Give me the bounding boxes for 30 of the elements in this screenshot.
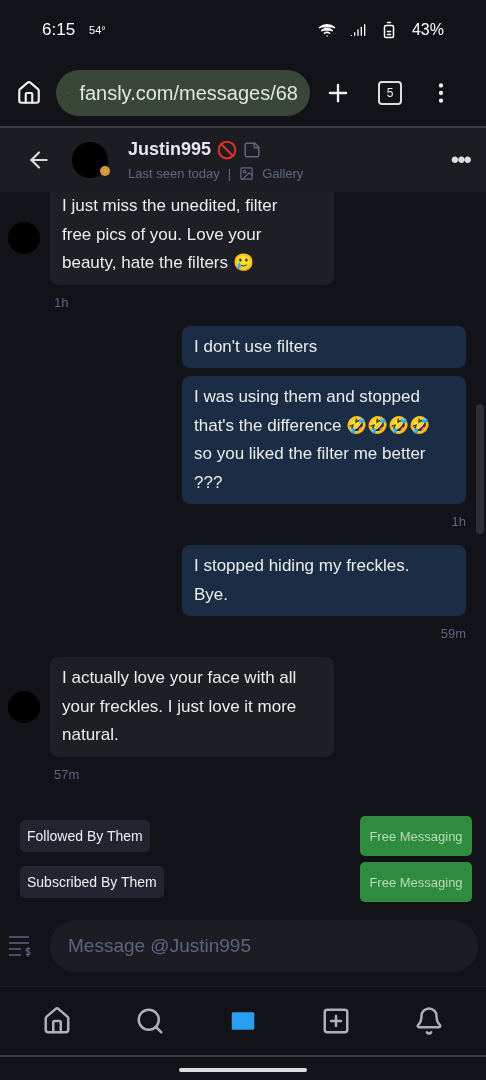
sent-message: I don't use filters — [182, 325, 466, 368]
received-message: I just miss the unedited, filter free pics of you. Love your beauty, hate the filters 🥲 — [50, 192, 334, 285]
relation-tag: Followed By Them — [20, 820, 150, 852]
sent-message: I stopped hiding my freckles. Bye. — [182, 545, 466, 616]
message-time: 57m — [54, 765, 80, 784]
home-icon[interactable] — [16, 80, 42, 106]
relation-tag: Subscribed By Them — [20, 866, 164, 898]
sent-message: I was using them and stopped that's the difference 🤣🤣🤣🤣 so you liked the filter me better ??? — [182, 376, 466, 504]
message-time: 1h — [451, 513, 466, 531]
clock: 6:15 — [42, 20, 76, 40]
more-options[interactable]: ••• — [450, 146, 470, 174]
separator: | — [227, 166, 232, 181]
message-time: 59m — [440, 625, 466, 643]
scrollbar[interactable] — [476, 404, 484, 534]
message-field[interactable]: Message @Justin995 — [50, 920, 478, 972]
contact-name[interactable]: Justin995 — [128, 139, 212, 160]
wifi-icon — [317, 21, 336, 39]
battery-percent: 43% — [411, 21, 444, 39]
temperature: 54° — [89, 24, 106, 36]
note-icon[interactable] — [243, 140, 262, 159]
signal-icon — [349, 22, 366, 38]
received-message: I actually love your face with all your freckles. I just love it more natural. — [50, 657, 334, 757]
last-seen: Last seen today — [128, 166, 220, 181]
message-time: 1h — [54, 293, 69, 312]
avatar[interactable] — [72, 142, 108, 178]
gallery-icon[interactable] — [239, 166, 255, 181]
price-menu-icon[interactable] — [8, 935, 32, 957]
create-icon — [321, 1006, 352, 1036]
address-bar[interactable]: fansly.com/messages/68 — [56, 70, 310, 116]
tab-switcher[interactable]: 5 — [378, 81, 402, 105]
